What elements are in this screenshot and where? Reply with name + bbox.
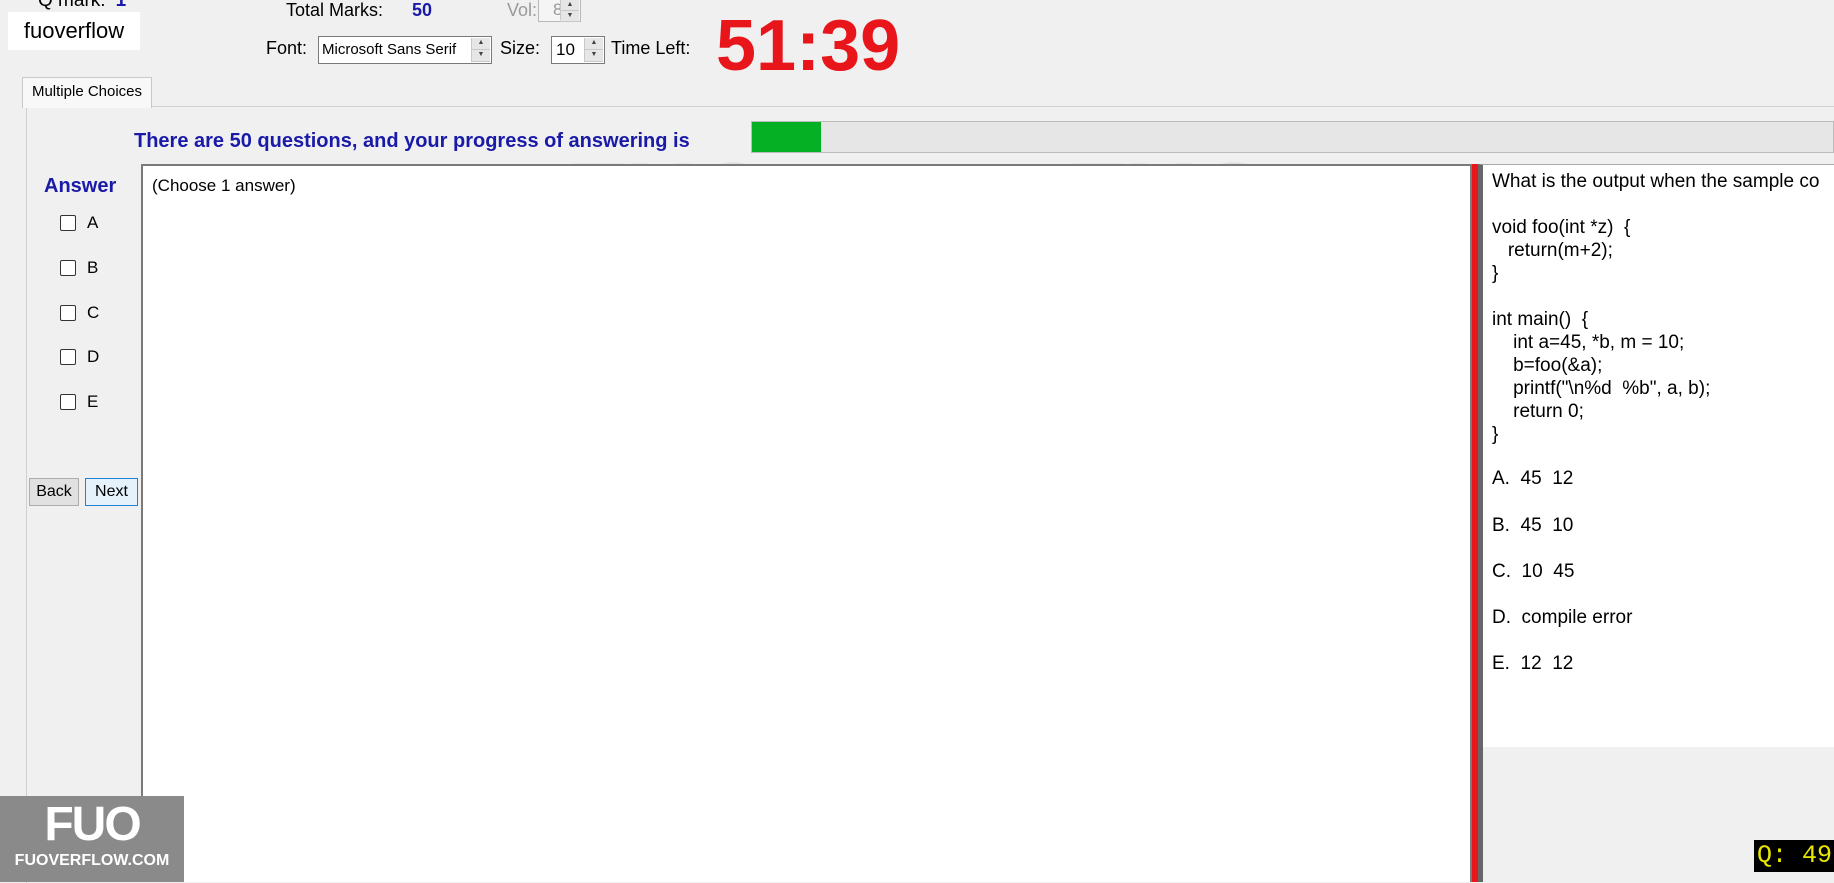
font-down-icon[interactable]: ▼ <box>472 50 490 62</box>
answer-option-c[interactable]: C <box>60 301 99 325</box>
size-down-icon[interactable]: ▼ <box>585 50 603 62</box>
fuo-logo-badge: FUO FUOVERFLOW.COM <box>0 796 184 882</box>
choose-instruction: (Choose 1 answer) <box>152 176 296 195</box>
tab-multiple-choices[interactable]: Multiple Choices <box>22 77 152 108</box>
question-panel: What is the output when the sample co voi… <box>1478 164 1834 747</box>
checkbox-d[interactable] <box>60 349 76 365</box>
logo-site-text: FUOVERFLOW.COM <box>14 852 170 869</box>
brand-label: fuoverflow <box>8 12 140 50</box>
question-line <box>1492 193 1819 216</box>
q-mark-label: Q mark: <box>38 0 106 11</box>
size-label: Size: <box>500 38 541 58</box>
size-up-icon[interactable]: ▲ <box>585 38 603 50</box>
time-left-label: Time Left: <box>611 38 691 58</box>
question-line: } <box>1492 424 1499 445</box>
size-value: 10 <box>556 40 575 59</box>
answer-title: Answer <box>44 175 117 197</box>
question-option: E. 12 12 <box>1492 653 1574 674</box>
answer-option-b[interactable]: B <box>60 256 98 280</box>
checkbox-e[interactable] <box>60 394 76 410</box>
total-marks-value: 50 <box>412 0 433 20</box>
volume-down-icon[interactable]: ▼ <box>561 11 579 22</box>
q-mark-value: 1 <box>115 0 127 11</box>
answer-option-label: D <box>87 347 100 366</box>
font-label: Font: <box>266 38 308 58</box>
question-line: return 0; <box>1492 401 1584 422</box>
back-button[interactable]: Back <box>29 478 79 506</box>
logo-text: FUO <box>44 798 141 851</box>
next-button[interactable]: Next <box>85 478 138 506</box>
checkbox-b[interactable] <box>60 260 76 276</box>
checkbox-a[interactable] <box>60 215 76 231</box>
question-line: } <box>1492 263 1499 284</box>
question-line: int main() { <box>1492 309 1589 330</box>
volume-label: Vol: <box>507 0 538 20</box>
answer-text-area[interactable]: (Choose 1 answer) <box>141 164 1472 882</box>
volume-spinner[interactable]: 8 ▲ ▼ <box>538 0 581 22</box>
q-mark: Q mark: 1 <box>38 0 126 12</box>
question-number-badge: Q: 49 <box>1754 840 1834 872</box>
question-line: printf("\n%d %b", a, b); <box>1492 378 1711 399</box>
answer-option-label: B <box>87 258 99 277</box>
countdown-timer: 51:39 <box>716 6 901 86</box>
checkbox-c[interactable] <box>60 305 76 321</box>
size-spinner[interactable]: 10 ▲ ▼ <box>551 36 605 64</box>
progress-bar <box>751 121 1834 153</box>
question-option: C. 10 45 <box>1492 561 1575 582</box>
question-line: int a=45, *b, m = 10; <box>1492 332 1685 353</box>
font-value: Microsoft Sans Serif <box>322 41 457 58</box>
question-line: What is the output when the sample co <box>1492 171 1820 192</box>
answer-option-d[interactable]: D <box>60 345 99 369</box>
answer-option-label: E <box>87 392 99 411</box>
total-marks-label: Total Marks: <box>286 0 384 20</box>
question-line: return(m+2); <box>1492 240 1613 261</box>
question-option: D. compile error <box>1492 607 1633 628</box>
font-selector[interactable]: Microsoft Sans Serif ▲ ▼ <box>318 36 492 64</box>
question-option: A. 45 12 <box>1492 468 1574 489</box>
question-text: What is the output when the sample co voi… <box>1492 170 1819 446</box>
question-option: B. 45 10 <box>1492 515 1574 536</box>
question-line: void foo(int *z) { <box>1492 217 1631 238</box>
answer-option-label: A <box>87 213 99 232</box>
question-line <box>1492 285 1819 308</box>
question-line: b=foo(&a); <box>1492 355 1603 376</box>
answer-option-a[interactable]: A <box>60 211 98 235</box>
volume-up-icon[interactable]: ▲ <box>561 0 579 11</box>
answer-option-e[interactable]: E <box>60 390 98 414</box>
progress-text: There are 50 questions, and your progres… <box>134 130 690 152</box>
answer-option-label: C <box>87 303 100 322</box>
font-up-icon[interactable]: ▲ <box>472 38 490 50</box>
progress-bar-fill <box>752 122 822 152</box>
